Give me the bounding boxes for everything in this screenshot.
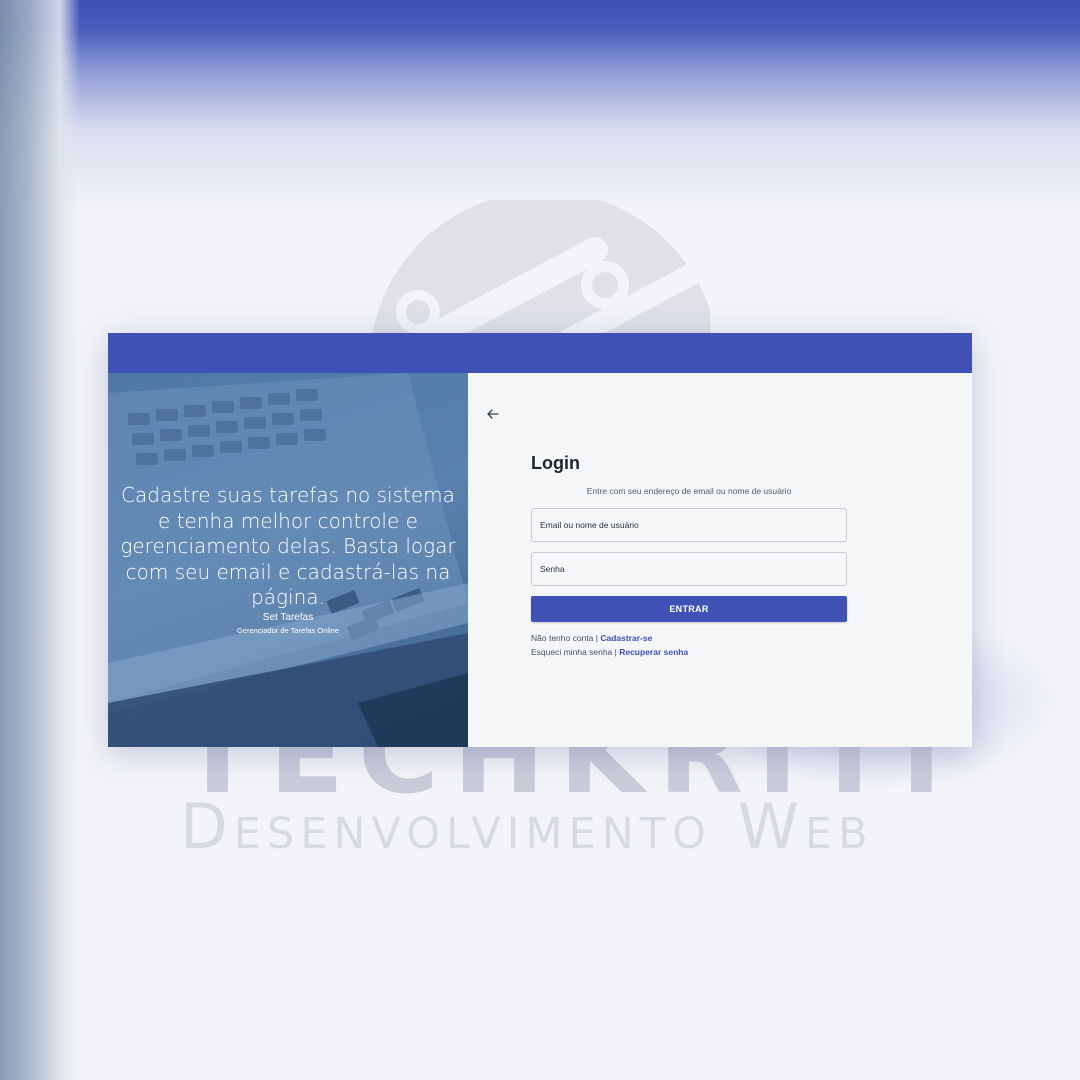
signup-prefix: Não tenho conta | [531, 633, 598, 643]
email-field[interactable] [531, 508, 847, 542]
hero-panel: Cadastre suas tarefas no sistema e tenha… [108, 373, 468, 747]
recover-prefix: Esqueci minha senha | [531, 647, 617, 657]
signup-link[interactable]: Cadastrar-se [600, 633, 652, 643]
login-title: Login [531, 453, 580, 473]
recover-password-link[interactable]: Recuperar senha [619, 647, 688, 657]
hero-description: Cadastre suas tarefas no sistema e tenha… [120, 483, 456, 609]
hero-app-name: Set Tarefas [262, 612, 314, 623]
login-form-panel: Login Entre com seu endereço de email ou… [468, 373, 972, 747]
watermark-tagline: Desenvolvimento Web [180, 790, 874, 863]
password-field[interactable] [531, 552, 847, 586]
card-top-bar [108, 333, 972, 373]
back-arrow-icon[interactable] [484, 405, 502, 423]
recover-line: Esqueci minha senha | Recuperar senha [531, 647, 688, 657]
background-left-blur [0, 0, 80, 1080]
login-submit-button[interactable]: ENTRAR [531, 596, 847, 622]
hero-app-subtitle: Gerenciador de Tarefas Online [236, 626, 339, 635]
login-subtitle: Entre com seu endereço de email ou nome … [586, 486, 792, 496]
background-top-gradient [0, 0, 1080, 220]
signup-line: Não tenho conta | Cadastrar-se [531, 633, 652, 643]
login-card: Cadastre suas tarefas no sistema e tenha… [108, 333, 972, 747]
